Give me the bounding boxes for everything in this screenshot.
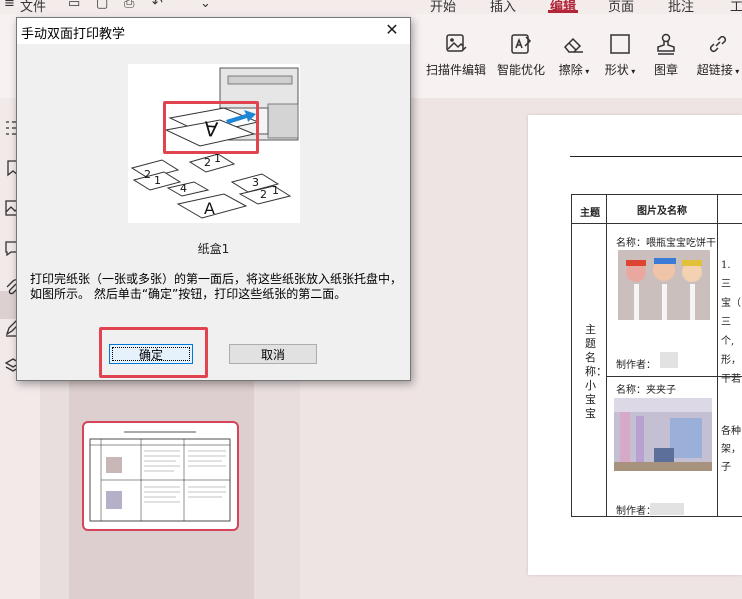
shape-button[interactable]: 形状 ▾ <box>601 32 639 86</box>
desc1-line-5: 干若 <box>721 374 741 385</box>
scan-edit-icon <box>446 34 467 52</box>
row1-photo <box>618 250 710 320</box>
tab-more[interactable]: 工 <box>730 0 742 14</box>
row1-maker-redacted <box>660 352 678 368</box>
svg-text:1: 1 <box>154 174 161 187</box>
row2-description: 各种 架， 子 <box>721 423 741 477</box>
chevron-down-icon[interactable]: ⌄ <box>200 0 211 11</box>
row2-name: 名称：夹夹子 <box>616 385 676 396</box>
svg-text:2: 2 <box>260 188 267 201</box>
table-header-picture: 图片及名称 <box>637 206 687 217</box>
row2-photo <box>614 398 712 471</box>
page-thumbnail[interactable] <box>82 421 239 531</box>
undo-icon[interactable]: ↶ <box>152 0 163 11</box>
row2-maker-redacted <box>650 503 684 515</box>
tab-insert[interactable]: 插入 <box>490 0 516 14</box>
dialog-titlebar: 手动双面打印教学 ✕ <box>17 18 410 44</box>
row1-maker-label: 制作者： <box>616 360 656 371</box>
open-icon[interactable]: ▭ <box>68 0 80 11</box>
smart-optimize-icon <box>511 34 532 54</box>
svg-text:4: 4 <box>180 182 187 195</box>
eraser-label: 擦除 ▾ <box>558 63 590 77</box>
tray-highlight-box <box>163 101 259 154</box>
active-tab-indicator <box>548 10 578 13</box>
stamp-label: 图章 <box>653 63 678 77</box>
row1-name: 名称：喂瓶宝宝吃饼干 <box>616 238 716 249</box>
svg-text:2: 2 <box>204 156 211 169</box>
svg-text:1: 1 <box>272 184 279 197</box>
svg-text:A: A <box>204 199 215 218</box>
print-icon[interactable]: ⎙ <box>124 0 134 11</box>
instruction-text: 打印完纸张（一张或多张）的第一面后，将这些纸张放入纸张托盘中，如图所示。 然后单… <box>30 272 403 301</box>
file-menu[interactable]: 文件 <box>20 0 46 14</box>
tray-label: 纸盒1 <box>197 242 230 256</box>
hyperlink-label: 超链接 ▾ <box>696 63 740 77</box>
close-icon[interactable]: ✕ <box>382 20 402 39</box>
smart-optimize-button[interactable]: 智能优化 <box>495 32 547 86</box>
desc1-line-1: 1. 三 <box>721 260 731 290</box>
thumbnail-preview <box>89 431 231 522</box>
desc2-line-1: 各种 <box>721 426 741 437</box>
desc2-line-3: 子 <box>721 462 731 473</box>
tab-page[interactable]: 页面 <box>608 0 634 14</box>
desc1-line-2: 宝（ <box>721 298 741 309</box>
menu-icon[interactable]: ≡ <box>4 0 15 11</box>
shape-icon <box>610 34 630 54</box>
top-menu-bar: ≡ 文件 ▭ ▢ ⎙ ↶ ⌄ 开始 插入 编辑 页面 批注 工 <box>0 0 742 14</box>
classroom-photo <box>614 398 712 471</box>
svg-text:3: 3 <box>252 176 259 189</box>
svg-text:2: 2 <box>144 168 151 181</box>
hyperlink-icon <box>709 35 727 53</box>
eraser-icon <box>563 37 583 53</box>
table-header-theme: 主题 <box>580 208 600 219</box>
hyperlink-button[interactable]: 超链接 ▾ <box>694 32 742 86</box>
stamp-icon <box>657 33 675 55</box>
stamp-button[interactable]: 图章 <box>652 32 680 86</box>
cancel-button[interactable]: 取消 <box>229 344 317 364</box>
eraser-button[interactable]: 擦除 ▾ <box>556 32 592 86</box>
scan-edit-button[interactable]: 扫描件编辑 <box>424 32 488 86</box>
scan-edit-label: 扫描件编辑 <box>425 63 486 77</box>
shape-label: 形状 ▾ <box>604 63 636 77</box>
ok-highlight-box <box>99 327 208 378</box>
theme-value: 主题名称：小宝宝 <box>585 323 607 420</box>
cancel-label: 取消 <box>260 348 285 362</box>
page-header-rule <box>570 156 742 157</box>
save-icon[interactable]: ▢ <box>96 0 108 11</box>
tab-comment[interactable]: 批注 <box>668 0 694 14</box>
duplex-print-dialog: 手动双面打印教学 ✕ A 21 21 3 2 1 4 A 纸盒1 打印完纸张（一… <box>16 17 411 381</box>
smart-optimize-label: 智能优化 <box>496 63 545 77</box>
tab-start[interactable]: 开始 <box>430 0 456 14</box>
row1-description: 1. 三 宝（ 三个, 形， 干若 <box>721 256 742 389</box>
dialog-title: 手动双面打印教学 <box>21 27 126 42</box>
desc2-line-2: 架， <box>721 444 741 455</box>
desc1-line-4: 形， <box>721 355 741 366</box>
desc1-line-3: 三个, <box>721 317 735 347</box>
puppet-photo <box>618 250 710 320</box>
